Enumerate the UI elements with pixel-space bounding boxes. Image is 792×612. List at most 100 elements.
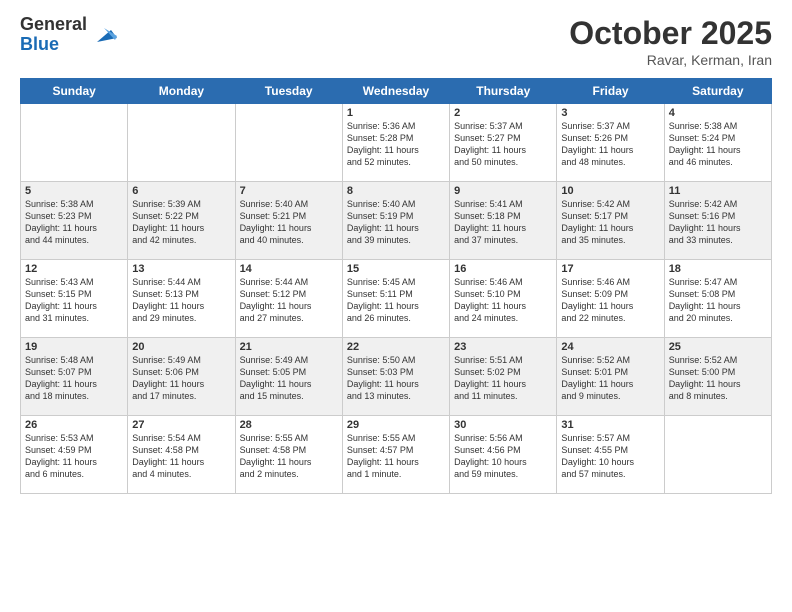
calendar-cell: 20Sunrise: 5:49 AM Sunset: 5:06 PM Dayli… (128, 338, 235, 416)
header: General Blue October 2025 Ravar, Kerman,… (20, 15, 772, 68)
calendar-cell: 15Sunrise: 5:45 AM Sunset: 5:11 PM Dayli… (342, 260, 449, 338)
day-info: Sunrise: 5:37 AM Sunset: 5:26 PM Dayligh… (561, 120, 659, 169)
day-info: Sunrise: 5:43 AM Sunset: 5:15 PM Dayligh… (25, 276, 123, 325)
calendar-cell: 17Sunrise: 5:46 AM Sunset: 5:09 PM Dayli… (557, 260, 664, 338)
calendar-cell: 10Sunrise: 5:42 AM Sunset: 5:17 PM Dayli… (557, 182, 664, 260)
day-number: 10 (561, 185, 659, 197)
day-number: 15 (347, 263, 445, 275)
calendar-cell (664, 416, 771, 494)
header-cell-monday: Monday (128, 79, 235, 104)
calendar-cell: 14Sunrise: 5:44 AM Sunset: 5:12 PM Dayli… (235, 260, 342, 338)
day-info: Sunrise: 5:48 AM Sunset: 5:07 PM Dayligh… (25, 354, 123, 403)
calendar-cell: 26Sunrise: 5:53 AM Sunset: 4:59 PM Dayli… (21, 416, 128, 494)
day-number: 18 (669, 263, 767, 275)
day-info: Sunrise: 5:39 AM Sunset: 5:22 PM Dayligh… (132, 198, 230, 247)
calendar-cell: 25Sunrise: 5:52 AM Sunset: 5:00 PM Dayli… (664, 338, 771, 416)
calendar-cell: 29Sunrise: 5:55 AM Sunset: 4:57 PM Dayli… (342, 416, 449, 494)
calendar-cell: 30Sunrise: 5:56 AM Sunset: 4:56 PM Dayli… (450, 416, 557, 494)
day-info: Sunrise: 5:36 AM Sunset: 5:28 PM Dayligh… (347, 120, 445, 169)
day-info: Sunrise: 5:52 AM Sunset: 5:01 PM Dayligh… (561, 354, 659, 403)
day-info: Sunrise: 5:47 AM Sunset: 5:08 PM Dayligh… (669, 276, 767, 325)
day-info: Sunrise: 5:49 AM Sunset: 5:05 PM Dayligh… (240, 354, 338, 403)
calendar-cell: 6Sunrise: 5:39 AM Sunset: 5:22 PM Daylig… (128, 182, 235, 260)
calendar-cell: 4Sunrise: 5:38 AM Sunset: 5:24 PM Daylig… (664, 104, 771, 182)
calendar-cell: 21Sunrise: 5:49 AM Sunset: 5:05 PM Dayli… (235, 338, 342, 416)
day-info: Sunrise: 5:42 AM Sunset: 5:16 PM Dayligh… (669, 198, 767, 247)
day-info: Sunrise: 5:51 AM Sunset: 5:02 PM Dayligh… (454, 354, 552, 403)
day-number: 21 (240, 341, 338, 353)
calendar-table: SundayMondayTuesdayWednesdayThursdayFrid… (20, 78, 772, 494)
day-info: Sunrise: 5:54 AM Sunset: 4:58 PM Dayligh… (132, 432, 230, 481)
logo-blue: Blue (20, 35, 87, 55)
day-number: 9 (454, 185, 552, 197)
day-info: Sunrise: 5:56 AM Sunset: 4:56 PM Dayligh… (454, 432, 552, 481)
day-info: Sunrise: 5:37 AM Sunset: 5:27 PM Dayligh… (454, 120, 552, 169)
calendar-week-row: 5Sunrise: 5:38 AM Sunset: 5:23 PM Daylig… (21, 182, 772, 260)
day-number: 27 (132, 419, 230, 431)
day-info: Sunrise: 5:42 AM Sunset: 5:17 PM Dayligh… (561, 198, 659, 247)
day-number: 2 (454, 107, 552, 119)
calendar-header-row: SundayMondayTuesdayWednesdayThursdayFrid… (21, 79, 772, 104)
logo-icon (89, 20, 119, 50)
header-cell-friday: Friday (557, 79, 664, 104)
day-number: 13 (132, 263, 230, 275)
subtitle: Ravar, Kerman, Iran (569, 52, 772, 68)
day-number: 25 (669, 341, 767, 353)
calendar-cell: 13Sunrise: 5:44 AM Sunset: 5:13 PM Dayli… (128, 260, 235, 338)
day-number: 28 (240, 419, 338, 431)
day-info: Sunrise: 5:44 AM Sunset: 5:12 PM Dayligh… (240, 276, 338, 325)
day-number: 24 (561, 341, 659, 353)
day-info: Sunrise: 5:45 AM Sunset: 5:11 PM Dayligh… (347, 276, 445, 325)
calendar-cell: 27Sunrise: 5:54 AM Sunset: 4:58 PM Dayli… (128, 416, 235, 494)
calendar-cell: 2Sunrise: 5:37 AM Sunset: 5:27 PM Daylig… (450, 104, 557, 182)
day-info: Sunrise: 5:46 AM Sunset: 5:10 PM Dayligh… (454, 276, 552, 325)
day-number: 8 (347, 185, 445, 197)
day-number: 14 (240, 263, 338, 275)
header-cell-saturday: Saturday (664, 79, 771, 104)
calendar-week-row: 26Sunrise: 5:53 AM Sunset: 4:59 PM Dayli… (21, 416, 772, 494)
calendar-cell: 31Sunrise: 5:57 AM Sunset: 4:55 PM Dayli… (557, 416, 664, 494)
logo-general: General (20, 15, 87, 35)
calendar-week-row: 12Sunrise: 5:43 AM Sunset: 5:15 PM Dayli… (21, 260, 772, 338)
day-number: 22 (347, 341, 445, 353)
day-number: 19 (25, 341, 123, 353)
header-cell-sunday: Sunday (21, 79, 128, 104)
calendar-cell: 1Sunrise: 5:36 AM Sunset: 5:28 PM Daylig… (342, 104, 449, 182)
day-info: Sunrise: 5:46 AM Sunset: 5:09 PM Dayligh… (561, 276, 659, 325)
day-number: 17 (561, 263, 659, 275)
calendar-cell: 9Sunrise: 5:41 AM Sunset: 5:18 PM Daylig… (450, 182, 557, 260)
calendar-cell (128, 104, 235, 182)
header-cell-tuesday: Tuesday (235, 79, 342, 104)
calendar-cell: 3Sunrise: 5:37 AM Sunset: 5:26 PM Daylig… (557, 104, 664, 182)
day-number: 30 (454, 419, 552, 431)
day-number: 6 (132, 185, 230, 197)
calendar-cell: 18Sunrise: 5:47 AM Sunset: 5:08 PM Dayli… (664, 260, 771, 338)
calendar-cell (21, 104, 128, 182)
day-number: 7 (240, 185, 338, 197)
month-title: October 2025 (569, 15, 772, 52)
calendar-cell: 24Sunrise: 5:52 AM Sunset: 5:01 PM Dayli… (557, 338, 664, 416)
calendar-cell: 23Sunrise: 5:51 AM Sunset: 5:02 PM Dayli… (450, 338, 557, 416)
day-number: 31 (561, 419, 659, 431)
header-cell-wednesday: Wednesday (342, 79, 449, 104)
calendar-cell: 7Sunrise: 5:40 AM Sunset: 5:21 PM Daylig… (235, 182, 342, 260)
calendar-cell (235, 104, 342, 182)
calendar-cell: 12Sunrise: 5:43 AM Sunset: 5:15 PM Dayli… (21, 260, 128, 338)
day-info: Sunrise: 5:49 AM Sunset: 5:06 PM Dayligh… (132, 354, 230, 403)
calendar-week-row: 1Sunrise: 5:36 AM Sunset: 5:28 PM Daylig… (21, 104, 772, 182)
calendar-cell: 28Sunrise: 5:55 AM Sunset: 4:58 PM Dayli… (235, 416, 342, 494)
logo: General Blue (20, 15, 119, 55)
day-number: 4 (669, 107, 767, 119)
calendar-cell: 5Sunrise: 5:38 AM Sunset: 5:23 PM Daylig… (21, 182, 128, 260)
day-number: 29 (347, 419, 445, 431)
calendar-cell: 19Sunrise: 5:48 AM Sunset: 5:07 PM Dayli… (21, 338, 128, 416)
calendar-cell: 11Sunrise: 5:42 AM Sunset: 5:16 PM Dayli… (664, 182, 771, 260)
header-cell-thursday: Thursday (450, 79, 557, 104)
calendar-cell: 8Sunrise: 5:40 AM Sunset: 5:19 PM Daylig… (342, 182, 449, 260)
day-number: 16 (454, 263, 552, 275)
day-number: 23 (454, 341, 552, 353)
calendar-cell: 16Sunrise: 5:46 AM Sunset: 5:10 PM Dayli… (450, 260, 557, 338)
day-number: 20 (132, 341, 230, 353)
day-number: 12 (25, 263, 123, 275)
day-info: Sunrise: 5:55 AM Sunset: 4:58 PM Dayligh… (240, 432, 338, 481)
